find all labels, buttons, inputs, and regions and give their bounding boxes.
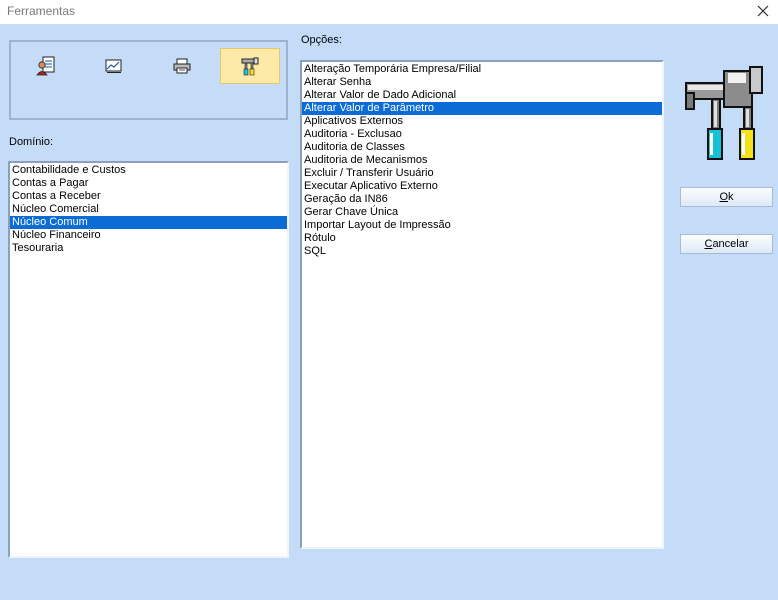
- print-button[interactable]: [152, 48, 212, 84]
- cancel-label-rest: ancelar: [712, 238, 749, 250]
- chart-report-button[interactable]: [84, 48, 144, 84]
- list-item[interactable]: Excluir / Transferir Usuário: [302, 167, 662, 180]
- list-item[interactable]: Tesouraria: [10, 242, 287, 255]
- list-item-selected[interactable]: Núcleo Comum: [10, 216, 287, 229]
- ok-button[interactable]: Ok: [680, 187, 773, 207]
- opcoes-label: Opções:: [301, 34, 342, 46]
- window-title: Ferramentas: [7, 4, 76, 18]
- list-item[interactable]: Alterar Senha: [302, 76, 662, 89]
- list-item[interactable]: Auditoria de Classes: [302, 141, 662, 154]
- list-item[interactable]: SQL: [302, 245, 662, 258]
- list-item[interactable]: Núcleo Comercial: [10, 203, 287, 216]
- list-item[interactable]: Gerar Chave Única: [302, 206, 662, 219]
- list-item[interactable]: Executar Aplicativo Externo: [302, 180, 662, 193]
- close-icon: [757, 5, 769, 17]
- list-item[interactable]: Aplicativos Externos: [302, 115, 662, 128]
- list-item[interactable]: Auditoria - Exclusao: [302, 128, 662, 141]
- title-bar: Ferramentas: [0, 0, 778, 24]
- dominio-list[interactable]: Contabilidade e Custos Contas a Pagar Co…: [8, 161, 289, 558]
- user-document-icon: [36, 56, 55, 76]
- close-button[interactable]: [754, 2, 772, 20]
- list-item[interactable]: Alteração Temporária Empresa/Filial: [302, 63, 662, 76]
- tools-button[interactable]: [220, 48, 280, 84]
- opcoes-list[interactable]: Alteração Temporária Empresa/Filial Alte…: [300, 60, 664, 549]
- cancel-button[interactable]: Cancelar: [680, 234, 773, 254]
- list-item[interactable]: Contabilidade e Custos: [10, 164, 287, 177]
- chart-icon: [105, 59, 122, 73]
- printer-icon: [173, 58, 191, 74]
- tools-icon: [241, 57, 259, 76]
- list-item[interactable]: Rótulo: [302, 232, 662, 245]
- list-item[interactable]: Contas a Receber: [10, 190, 287, 203]
- list-item[interactable]: Geração da IN86: [302, 193, 662, 206]
- ok-label-rest: k: [728, 191, 734, 203]
- dominio-label: Domínio:: [9, 136, 54, 148]
- tool-category-panel: [9, 40, 288, 120]
- tools-illustration: [684, 63, 768, 164]
- ok-mnemonic: O: [719, 191, 729, 203]
- user-document-button[interactable]: [16, 48, 76, 84]
- list-item[interactable]: Núcleo Financeiro: [10, 229, 287, 242]
- list-item[interactable]: Alterar Valor de Dado Adicional: [302, 89, 662, 102]
- tools-large-icon: [685, 66, 763, 160]
- list-item[interactable]: Importar Layout de Impressão: [302, 219, 662, 232]
- list-item-selected[interactable]: Alterar Valor de Parâmetro: [302, 102, 662, 115]
- list-item[interactable]: Auditoria de Mecanismos: [302, 154, 662, 167]
- list-item[interactable]: Contas a Pagar: [10, 177, 287, 190]
